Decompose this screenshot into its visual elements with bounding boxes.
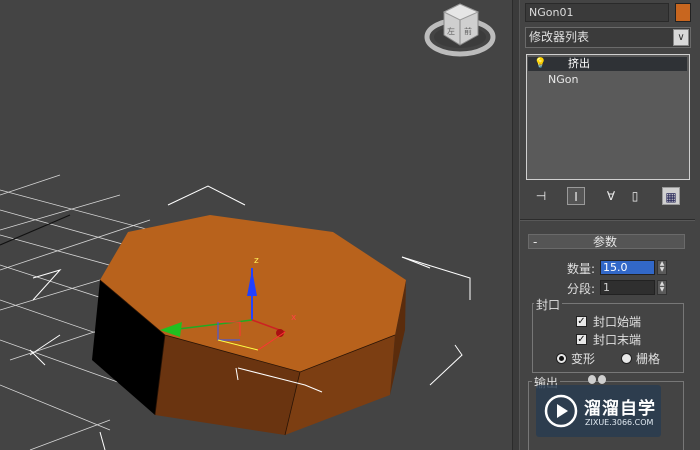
view-cube[interactable]: 左 前 bbox=[424, 3, 496, 57]
morph-radio[interactable] bbox=[556, 353, 567, 364]
perspective-viewport[interactable]: z x 左 前 bbox=[0, 0, 512, 450]
gizmo-x-label: x bbox=[291, 313, 297, 323]
watermark-overlay: 溜溜自学 ZIXUE.3066.COM bbox=[536, 385, 661, 437]
cap-start-label: 封口始端 bbox=[593, 315, 642, 329]
parameters-rollout-header[interactable]: - 参数 bbox=[528, 234, 685, 249]
modifier-list-dropdown[interactable]: 修改器列表 ∨ bbox=[525, 27, 691, 48]
viewport-scene: z x 左 前 bbox=[0, 3, 496, 450]
capping-group-title: 封口 bbox=[534, 296, 563, 313]
rollout-title: 参数 bbox=[593, 235, 618, 249]
watermark-url: ZIXUE.3066.COM bbox=[585, 418, 654, 427]
pin-stack-icon[interactable]: ⊣ bbox=[532, 187, 550, 205]
object-color-swatch[interactable] bbox=[675, 3, 691, 22]
stack-item-extrude[interactable]: 💡 挤出 bbox=[528, 57, 687, 71]
cap-end-checkbox[interactable]: ✓ bbox=[576, 334, 587, 345]
grid-label: 栅格 bbox=[636, 352, 661, 366]
make-unique-icon[interactable]: ∀ bbox=[602, 187, 620, 205]
configure-sets-icon[interactable]: ▦ bbox=[662, 187, 680, 205]
object-name-field[interactable]: NGon01 bbox=[525, 3, 669, 22]
segments-spinner-arrows[interactable]: ▲ ▼ bbox=[657, 280, 667, 295]
command-panel: NGon01 修改器列表 ∨ 💡 挤出 NGon ⊣ Ⅰ ∀ ▯ ▦ - 参数 … bbox=[520, 0, 700, 450]
amount-label: 数量: bbox=[567, 262, 596, 276]
amount-spinner-field[interactable]: 15.0 bbox=[600, 260, 655, 275]
remove-modifier-icon[interactable]: ▯ bbox=[626, 187, 644, 205]
grid-radio[interactable] bbox=[621, 353, 632, 364]
viewport-panel-separator[interactable] bbox=[512, 0, 520, 450]
cap-start-checkbox[interactable]: ✓ bbox=[576, 316, 587, 327]
svg-text:前: 前 bbox=[464, 26, 472, 36]
amount-spinner-arrows[interactable]: ▲ ▼ bbox=[657, 260, 667, 275]
watermark-brand: 溜溜自学 bbox=[584, 399, 656, 419]
chevron-down-icon: ∨ bbox=[673, 29, 689, 46]
modifier-list-label: 修改器列表 bbox=[529, 30, 590, 44]
segments-label: 分段: bbox=[567, 282, 596, 296]
modifier-stack[interactable]: 💡 挤出 NGon bbox=[526, 54, 690, 180]
stack-item-ngon[interactable]: NGon bbox=[528, 73, 687, 87]
scroll-grip-icon[interactable] bbox=[588, 375, 608, 385]
stack-item-label: 挤出 bbox=[568, 57, 590, 70]
cap-end-label: 封口末端 bbox=[593, 333, 642, 347]
gizmo-z-label: z bbox=[254, 256, 259, 266]
segments-spinner-field[interactable]: 1 bbox=[600, 280, 655, 295]
morph-label: 变形 bbox=[571, 352, 596, 366]
light-bulb-icon[interactable]: 💡 bbox=[534, 57, 546, 71]
stack-item-label: NGon bbox=[548, 73, 579, 86]
collapse-icon: - bbox=[533, 235, 538, 249]
svg-text:左: 左 bbox=[447, 26, 455, 36]
show-end-result-icon[interactable]: Ⅰ bbox=[567, 187, 585, 205]
brand-logo-icon bbox=[544, 394, 578, 428]
panel-divider bbox=[520, 219, 695, 221]
